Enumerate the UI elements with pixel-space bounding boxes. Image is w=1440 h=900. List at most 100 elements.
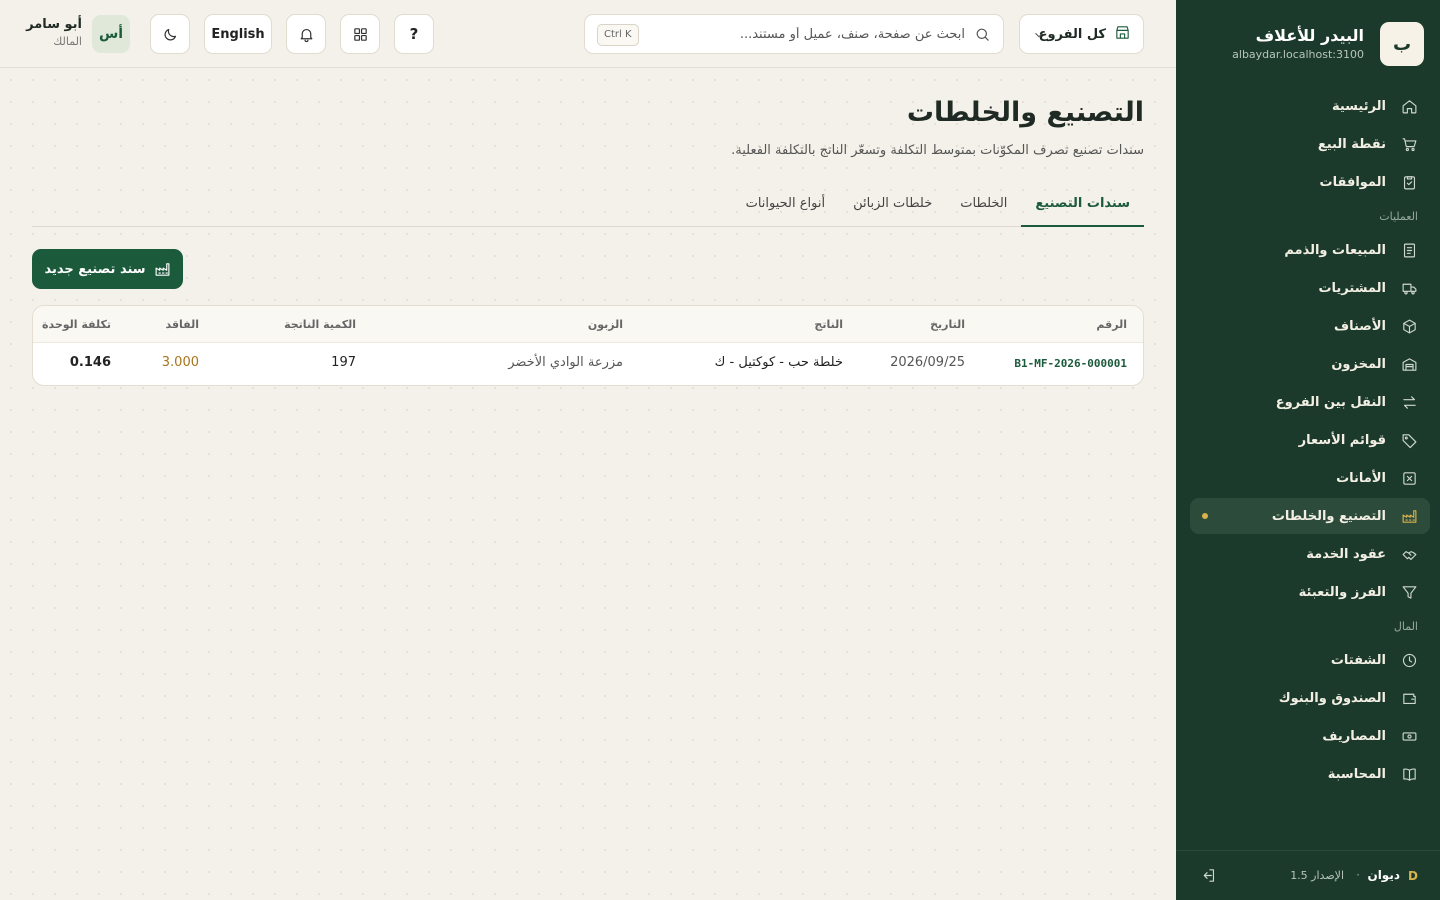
sidebar-item-cash-banks[interactable]: الصندوق والبنوك [1190, 680, 1430, 716]
user-name: أبو سامر [26, 17, 82, 32]
col-header-quantity[interactable]: الكمية الناتجة [284, 318, 356, 331]
diwan-logo-icon: D [1408, 869, 1418, 883]
tab-mixes[interactable]: الخلطات [946, 187, 1021, 227]
sidebar-item-label: المشتريات [1318, 280, 1386, 296]
main-content: التصنيع والخلطات سندات تصنيع تصرف المكوّ… [0, 69, 1176, 900]
sidebar-item-label: المصاريف [1322, 728, 1386, 744]
bell-icon [300, 28, 312, 42]
sidebar-item-label: المحاسبة [1327, 766, 1386, 782]
page-title: التصنيع والخلطات [906, 97, 1144, 128]
apps-button[interactable] [340, 14, 380, 54]
user-role: المالك [53, 35, 82, 48]
sidebar-item-manufacturing[interactable]: التصنيع والخلطات [1190, 498, 1430, 534]
cell-customer: مزرعة الوادي الأخضر [508, 355, 623, 370]
sidebar-item-inventory[interactable]: المخزون [1190, 346, 1430, 382]
sidebar-nav: الرئيسية نقطة البيع الموافقات العمليات ا… [1190, 88, 1430, 794]
col-header-date[interactable]: التاريخ [930, 318, 965, 331]
warehouse-icon [1400, 355, 1418, 373]
sidebar-item-label: الشفتات [1330, 652, 1386, 668]
sidebar-item-home[interactable]: الرئيسية [1190, 88, 1430, 124]
topbar: كل الفروع Ctrl K ? English أس أبو سامر ا… [0, 0, 1176, 68]
wallet-icon [1400, 689, 1418, 707]
page-subtitle: سندات تصنيع تصرف المكوّنات بمتوسط التكلف… [731, 143, 1144, 158]
cell-number[interactable]: B1-MF-2026-000001 [1014, 357, 1127, 370]
filter-icon [1400, 583, 1418, 601]
sidebar-item-label: المبيعات والذمم [1284, 242, 1386, 258]
x-box-icon [1400, 469, 1418, 487]
sidebar-item-label: نقطة البيع [1317, 136, 1386, 152]
search-shortcut: Ctrl K [597, 24, 639, 46]
notifications-button[interactable] [286, 14, 326, 54]
col-header-loss[interactable]: الفاقد [165, 318, 199, 331]
col-header-customer[interactable]: الزبون [588, 318, 623, 331]
table-header: الرقم التاريخ الناتج الزبون الكمية النات… [33, 306, 1143, 343]
table-row[interactable]: B1-MF-2026-000001 2026/09/25 خلطة حب - ك… [33, 343, 1143, 385]
theme-toggle-button[interactable] [150, 14, 190, 54]
sidebar-item-label: الرئيسية [1331, 98, 1386, 114]
sidebar-item-label: الفرز والتعبئة [1298, 584, 1386, 600]
clipboard-check-icon [1400, 173, 1418, 191]
tab-customer-mixes[interactable]: خلطات الزبائن [839, 187, 946, 227]
sidebar-item-label: الموافقات [1319, 174, 1386, 190]
col-header-unit-cost[interactable]: تكلفة الوحدة [42, 318, 111, 331]
handshake-icon [1400, 545, 1418, 563]
store-icon [1114, 24, 1131, 45]
factory-icon [154, 261, 171, 278]
sidebar-section-operations: العمليات [1379, 210, 1418, 223]
search-input[interactable] [665, 15, 965, 53]
sidebar-item-transfers[interactable]: النقل بين الفروع [1190, 384, 1430, 420]
cart-icon [1400, 135, 1418, 153]
sidebar-item-items[interactable]: الأصناف [1190, 308, 1430, 344]
active-indicator [1202, 513, 1208, 519]
tabs: سندات التصنيع الخلطات خلطات الزبائن أنوا… [32, 187, 1144, 227]
col-header-number[interactable]: الرقم [1096, 318, 1127, 331]
sidebar-item-purchases[interactable]: المشتريات [1190, 270, 1430, 306]
sidebar-item-accounting[interactable]: المحاسبة [1190, 756, 1430, 792]
sidebar-item-label: قوائم الأسعار [1298, 432, 1386, 448]
sidebar-item-label: الأمانات [1336, 470, 1386, 486]
sidebar-footer: D ديوان · الإصدار 1.5 [1176, 850, 1440, 900]
receipt-icon [1400, 241, 1418, 259]
sidebar-item-sales[interactable]: المبيعات والذمم [1190, 232, 1430, 268]
moon-icon [164, 28, 176, 40]
transfer-icon [1400, 393, 1418, 411]
sidebar-item-label: المخزون [1331, 356, 1386, 372]
book-icon [1400, 765, 1418, 783]
avatar[interactable]: أس [92, 15, 130, 53]
sidebar-item-label: النقل بين الفروع [1275, 394, 1386, 410]
branch-select-label: كل الفروع [1038, 26, 1106, 42]
footer-version: الإصدار 1.5 [1290, 869, 1344, 882]
col-header-output[interactable]: الناتج [814, 318, 843, 331]
sidebar-item-pos[interactable]: نقطة البيع [1190, 126, 1430, 162]
chevron-down-icon [1032, 27, 1046, 46]
tab-animal-types[interactable]: أنواع الحيوانات [732, 187, 839, 227]
new-manufacturing-voucher-button[interactable]: سند تصنيع جديد [32, 249, 183, 289]
sidebar-item-label: عقود الخدمة [1306, 546, 1386, 562]
brand-host: albaydar.localhost:3100 [1232, 48, 1364, 61]
sidebar-item-shifts[interactable]: الشفتات [1190, 642, 1430, 678]
search-icon [974, 26, 991, 47]
sidebar: ب البيدر للأعلاف albaydar.localhost:3100… [1176, 0, 1440, 900]
box-icon [1400, 317, 1418, 335]
logout-icon[interactable] [1200, 867, 1217, 888]
brand-logo: ب [1380, 22, 1424, 66]
brand[interactable]: ب البيدر للأعلاف albaydar.localhost:3100 [1184, 22, 1424, 66]
sidebar-item-service-contracts[interactable]: عقود الخدمة [1190, 536, 1430, 572]
sidebar-item-deposits[interactable]: الأمانات [1190, 460, 1430, 496]
factory-icon [1400, 507, 1418, 525]
sidebar-item-price-lists[interactable]: قوائم الأسعار [1190, 422, 1430, 458]
clock-icon [1400, 651, 1418, 669]
sidebar-item-label: التصنيع والخلطات [1271, 508, 1386, 524]
tab-manufacturing-vouchers[interactable]: سندات التصنيع [1021, 187, 1144, 227]
manufacturing-table: الرقم التاريخ الناتج الزبون الكمية النات… [32, 305, 1144, 386]
banknote-icon [1400, 727, 1418, 745]
help-button[interactable]: ? [394, 14, 434, 54]
branch-select[interactable]: كل الفروع [1019, 14, 1144, 54]
language-button[interactable]: English [204, 14, 272, 54]
search-box[interactable]: Ctrl K [584, 14, 1004, 54]
sidebar-item-expenses[interactable]: المصاريف [1190, 718, 1430, 754]
sidebar-item-approvals[interactable]: الموافقات [1190, 164, 1430, 200]
new-button-label: سند تصنيع جديد [44, 261, 146, 277]
sidebar-item-sorting[interactable]: الفرز والتعبئة [1190, 574, 1430, 610]
tag-icon [1400, 431, 1418, 449]
